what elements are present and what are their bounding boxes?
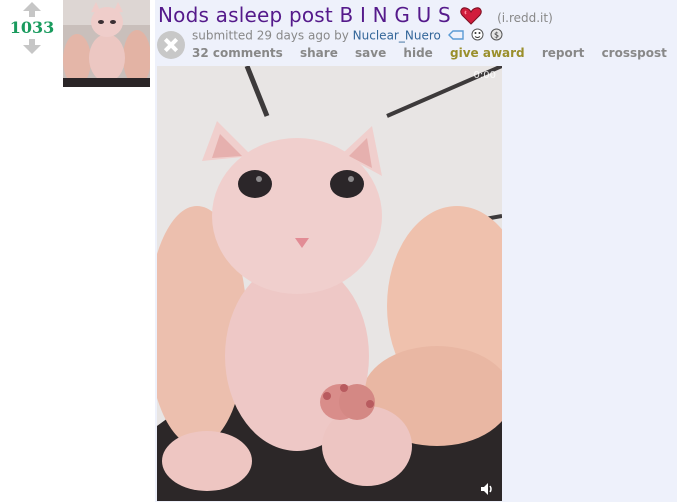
vote-widget: 1033 — [4, 2, 60, 54]
score: 1033 — [9, 18, 55, 37]
emoji-face-icon — [471, 28, 484, 44]
video-player[interactable]: 0:00 — [157, 66, 502, 501]
downvote-arrow-icon[interactable] — [4, 39, 60, 54]
save-button[interactable]: save — [355, 46, 386, 60]
close-expando-button[interactable] — [157, 31, 185, 59]
give-award-button[interactable]: give award — [450, 46, 525, 60]
svg-text:$: $ — [494, 31, 499, 40]
post-domain[interactable]: (i.redd.it) — [497, 11, 553, 25]
action-buttons: 32 comments share save hide give award r… — [192, 46, 677, 60]
cat-video-frame — [157, 66, 502, 501]
post-thumbnail[interactable] — [63, 0, 150, 87]
by-label: by — [334, 28, 349, 43]
report-button[interactable]: report — [542, 46, 585, 60]
share-button[interactable]: share — [300, 46, 338, 60]
video-timestamp: 0:00 — [473, 70, 496, 81]
cat-thumbnail-image — [63, 0, 150, 87]
post-title[interactable]: Nods asleep post B I N G U S — [158, 3, 451, 27]
crosspost-button[interactable]: crosspost — [602, 46, 667, 60]
heart-award-icon — [460, 6, 482, 29]
post-age: 29 days ago — [256, 28, 331, 43]
submitted-label: submitted — [192, 28, 253, 43]
upvote-arrow-icon[interactable] — [4, 2, 60, 17]
tag-icon — [447, 29, 464, 43]
title-row: Nods asleep post B I N G U S (i.redd.it) — [158, 3, 553, 29]
comments-link[interactable]: 32 comments — [192, 46, 283, 60]
tagline: submitted 29 days ago by Nuclear_Nuero $ — [192, 28, 503, 44]
hide-button[interactable]: hide — [403, 46, 432, 60]
author-link[interactable]: Nuclear_Nuero — [353, 29, 441, 43]
volume-icon[interactable] — [480, 481, 496, 495]
coin-icon: $ — [490, 28, 503, 44]
